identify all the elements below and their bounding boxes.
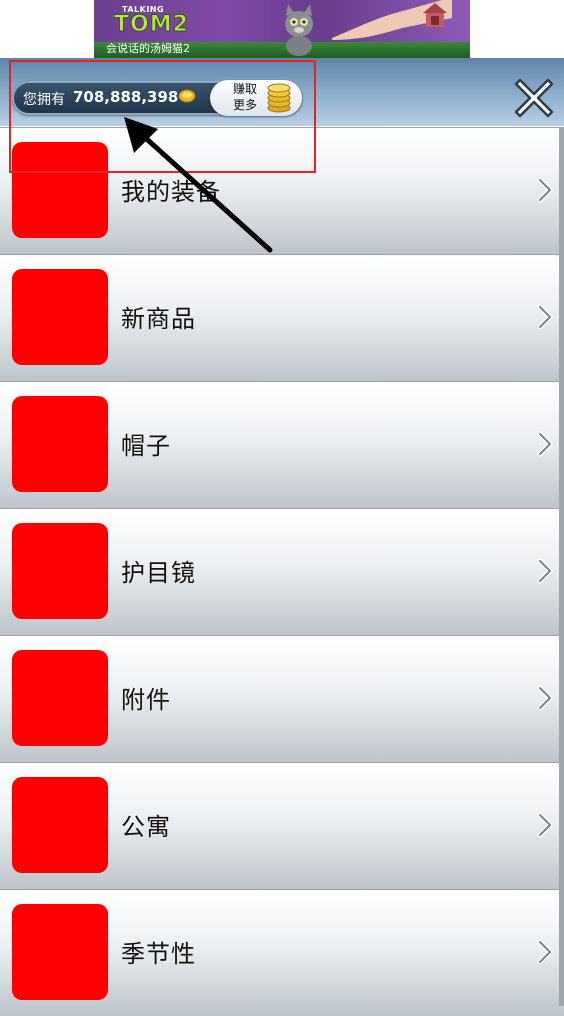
item-thumbnail bbox=[12, 904, 108, 1000]
close-icon[interactable] bbox=[512, 76, 556, 120]
item-thumbnail bbox=[12, 269, 108, 365]
list-item[interactable]: 公寓 bbox=[0, 762, 564, 889]
list-item[interactable]: 附件 bbox=[0, 635, 564, 762]
item-label: 季节性 bbox=[121, 940, 196, 968]
item-label: 护目镜 bbox=[121, 559, 196, 587]
list-item[interactable]: 季节性 bbox=[0, 889, 564, 1016]
item-label: 附件 bbox=[121, 686, 171, 714]
list-item[interactable]: 帽子 bbox=[0, 381, 564, 508]
ad-caption: 会说话的汤姆猫2 bbox=[106, 42, 190, 55]
chevron-right-icon bbox=[537, 812, 553, 838]
list-item[interactable]: 新商品 bbox=[0, 254, 564, 381]
birdhouse-icon bbox=[423, 3, 447, 27]
item-label: 新商品 bbox=[121, 305, 196, 333]
chevron-right-icon bbox=[537, 304, 553, 330]
item-label: 我的装备 bbox=[121, 178, 221, 206]
item-label: 公寓 bbox=[121, 813, 171, 841]
ad-banner[interactable]: TALKING TOM2 会说话的汤姆猫2 bbox=[94, 0, 470, 58]
item-label: 帽子 bbox=[121, 432, 171, 460]
chevron-right-icon bbox=[537, 431, 553, 457]
chevron-right-icon bbox=[537, 685, 553, 711]
scrollbar[interactable] bbox=[559, 127, 564, 1006]
ad-logo: TOM2 bbox=[114, 12, 189, 38]
item-thumbnail bbox=[12, 523, 108, 619]
category-list: 我的装备 新商品 帽子 护目镜 附件 公寓 季节性 bbox=[0, 127, 564, 1016]
list-item[interactable]: 护目镜 bbox=[0, 508, 564, 635]
highlight-annotation-box bbox=[9, 60, 316, 173]
chevron-right-icon bbox=[537, 177, 553, 203]
item-thumbnail bbox=[12, 650, 108, 746]
item-thumbnail bbox=[12, 396, 108, 492]
chevron-right-icon bbox=[537, 558, 553, 584]
item-thumbnail bbox=[12, 777, 108, 873]
chevron-right-icon bbox=[537, 939, 553, 965]
cat-illustration bbox=[285, 4, 313, 56]
